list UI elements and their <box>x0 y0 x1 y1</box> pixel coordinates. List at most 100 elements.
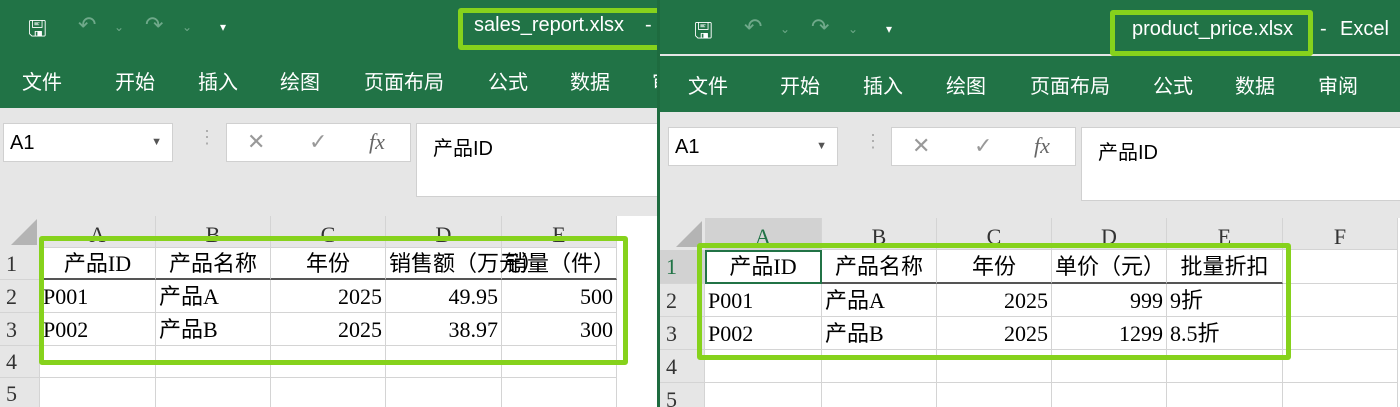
cell-c2[interactable]: 2025 <box>271 280 386 313</box>
insert-function-icon[interactable]: fx <box>1034 133 1050 159</box>
name-box[interactable]: A1 ▼ <box>3 123 173 162</box>
row-header-5[interactable]: 5 <box>0 378 40 407</box>
cell-e4[interactable] <box>1167 350 1283 383</box>
tab-data[interactable]: 数据 <box>570 66 610 95</box>
cell-e2[interactable]: 9折 <box>1167 284 1283 317</box>
spreadsheet-grid[interactable]: A B C D E F 1 产品ID 产品名称 年份 单价（元） 批量折扣 2 P001 产品A 2025 99… <box>660 218 1400 407</box>
cell-d3[interactable]: 1299 <box>1052 317 1167 350</box>
row-header-2[interactable]: 2 <box>0 280 40 313</box>
cell-c4[interactable] <box>271 346 386 378</box>
chevron-down-icon[interactable]: ▼ <box>151 136 162 148</box>
column-header-b[interactable]: B <box>156 216 271 248</box>
cell-d1[interactable]: 销售额（万元） <box>386 248 543 280</box>
column-header-e[interactable]: E <box>502 216 617 248</box>
cell-d4[interactable] <box>1052 350 1167 383</box>
cell-d3[interactable]: 38.97 <box>386 313 502 346</box>
enter-icon[interactable]: ✓ <box>974 133 992 159</box>
cell-e3[interactable]: 8.5折 <box>1167 317 1283 350</box>
column-header-b[interactable]: B <box>822 218 937 250</box>
cancel-icon[interactable]: ✕ <box>247 129 265 155</box>
column-header-c[interactable]: C <box>937 218 1052 250</box>
column-header-c[interactable]: C <box>271 216 386 248</box>
cell-f5[interactable] <box>1283 383 1398 407</box>
tab-formulas[interactable]: 公式 <box>1153 70 1193 99</box>
cell-e1[interactable]: 销量（件） <box>502 248 617 280</box>
undo-dropdown-icon[interactable]: ⌄ <box>780 22 790 36</box>
row-header-4[interactable]: 4 <box>660 350 705 383</box>
name-box[interactable]: A1 ▼ <box>668 127 838 166</box>
cell-c1[interactable]: 年份 <box>937 250 1052 284</box>
cell-d5[interactable] <box>386 378 502 407</box>
cell-e5[interactable] <box>1167 383 1283 407</box>
cell-b4[interactable] <box>156 346 271 378</box>
column-header-f[interactable]: F <box>1283 218 1398 250</box>
cell-c2[interactable]: 2025 <box>937 284 1052 317</box>
cell-b5[interactable] <box>822 383 937 407</box>
redo-icon[interactable]: ↷ <box>145 12 163 38</box>
cell-e3[interactable]: 300 <box>502 313 617 346</box>
row-header-5[interactable]: 5 <box>660 383 705 407</box>
column-header-a[interactable]: A <box>705 218 822 250</box>
cell-f2[interactable] <box>1283 284 1398 317</box>
save-icon[interactable]: 🖫 <box>694 14 713 52</box>
cell-d1[interactable]: 单价（元） <box>1052 250 1167 284</box>
drag-handle-icon[interactable]: ⋮ <box>198 128 216 146</box>
cell-c3[interactable]: 2025 <box>271 313 386 346</box>
tab-home[interactable]: 开始 <box>115 66 155 95</box>
cell-d2[interactable]: 49.95 <box>386 280 502 313</box>
row-header-3[interactable]: 3 <box>0 313 40 346</box>
spreadsheet-grid[interactable]: A B C D E 1 产品ID 产品名称 年份 销售额（万元） 销量（件） 2 P001 产品A 2025… <box>0 216 657 407</box>
cell-a2[interactable]: P001 <box>705 284 822 317</box>
customize-icon[interactable]: ▾ <box>886 22 892 36</box>
cell-d5[interactable] <box>1052 383 1167 407</box>
cell-a3[interactable]: P002 <box>40 313 156 346</box>
column-header-d[interactable]: D <box>386 216 502 248</box>
cell-d4[interactable] <box>386 346 502 378</box>
cell-a1[interactable]: 产品ID <box>40 248 156 280</box>
row-header-1[interactable]: 1 <box>660 250 705 284</box>
column-header-a[interactable]: A <box>40 216 156 248</box>
select-all-corner[interactable] <box>0 216 40 248</box>
row-header-4[interactable]: 4 <box>0 346 40 378</box>
undo-icon[interactable]: ↶ <box>744 14 762 40</box>
formula-bar[interactable]: 产品ID <box>1081 127 1400 201</box>
cell-b2[interactable]: 产品A <box>156 280 271 313</box>
customize-icon[interactable]: ▾ <box>220 20 226 34</box>
cell-c1[interactable]: 年份 <box>271 248 386 280</box>
redo-icon[interactable]: ↷ <box>811 14 829 40</box>
cell-b5[interactable] <box>156 378 271 407</box>
tab-insert[interactable]: 插入 <box>863 70 903 99</box>
cell-b4[interactable] <box>822 350 937 383</box>
tab-file[interactable]: 文件 <box>22 66 62 95</box>
tab-page-layout[interactable]: 页面布局 <box>1030 70 1110 99</box>
cell-c5[interactable] <box>271 378 386 407</box>
tab-draw[interactable]: 绘图 <box>946 70 986 99</box>
save-icon[interactable]: 🖫 <box>28 12 47 50</box>
cell-e4[interactable] <box>502 346 617 378</box>
cell-a3[interactable]: P002 <box>705 317 822 350</box>
cell-b2[interactable]: 产品A <box>822 284 937 317</box>
select-all-corner[interactable] <box>660 218 705 250</box>
redo-dropdown-icon[interactable]: ⌄ <box>182 20 192 34</box>
undo-icon[interactable]: ↶ <box>78 12 96 38</box>
cell-c4[interactable] <box>937 350 1052 383</box>
cell-b1[interactable]: 产品名称 <box>822 250 937 284</box>
tab-home[interactable]: 开始 <box>780 70 820 99</box>
cell-c3[interactable]: 2025 <box>937 317 1052 350</box>
undo-dropdown-icon[interactable]: ⌄ <box>114 20 124 34</box>
cell-f3[interactable] <box>1283 317 1398 350</box>
cell-b1[interactable]: 产品名称 <box>156 248 271 280</box>
column-header-e[interactable]: E <box>1167 218 1283 250</box>
cancel-icon[interactable]: ✕ <box>912 133 930 159</box>
cell-a4[interactable] <box>705 350 822 383</box>
cell-e2[interactable]: 500 <box>502 280 617 313</box>
cell-c5[interactable] <box>937 383 1052 407</box>
cell-a5[interactable] <box>705 383 822 407</box>
drag-handle-icon[interactable]: ⋮ <box>864 132 882 150</box>
insert-function-icon[interactable]: fx <box>369 129 385 155</box>
cell-b3[interactable]: 产品B <box>822 317 937 350</box>
cell-e1[interactable]: 批量折扣 <box>1167 250 1283 284</box>
tab-formulas[interactable]: 公式 <box>488 66 528 95</box>
enter-icon[interactable]: ✓ <box>309 129 327 155</box>
cell-e5[interactable] <box>502 378 617 407</box>
